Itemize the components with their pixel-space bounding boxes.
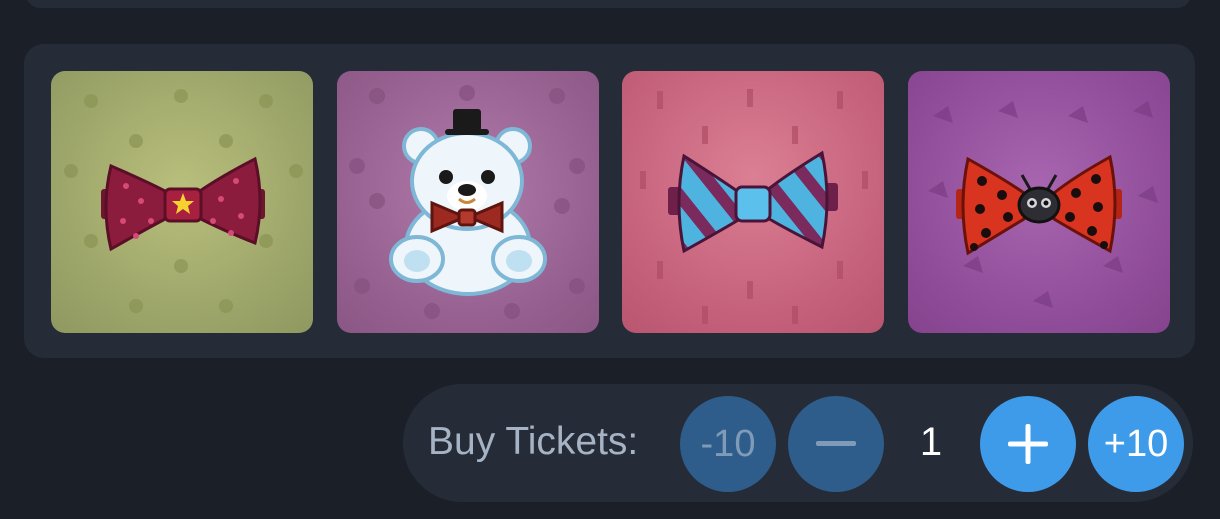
previous-panel: [26, 0, 1191, 8]
striped-bow-tie-icon: [640, 89, 868, 324]
plus-icon: [1008, 424, 1048, 464]
ladybug-bow-tie-icon: [928, 101, 1158, 308]
buy-tickets-label: Buy Tickets:: [428, 420, 639, 463]
ticket-quantity: 1: [919, 420, 943, 464]
prize-tile-striped-bow-tie[interactable]: [622, 71, 884, 333]
cherry-bow-tie-icon: [64, 89, 303, 313]
prize-tile-cherry-bow-tie[interactable]: [51, 71, 313, 333]
plus-ten-button[interactable]: +10: [1088, 396, 1184, 492]
teddy-bear-icon: [349, 85, 585, 319]
prize-tile-teddy-bear[interactable]: [337, 71, 599, 333]
decrement-button[interactable]: [788, 396, 884, 492]
minus-ten-button[interactable]: -10: [680, 396, 776, 492]
increment-button[interactable]: [980, 396, 1076, 492]
prize-tile-ladybug-bow-tie[interactable]: [908, 71, 1170, 333]
minus-icon: [816, 441, 856, 446]
